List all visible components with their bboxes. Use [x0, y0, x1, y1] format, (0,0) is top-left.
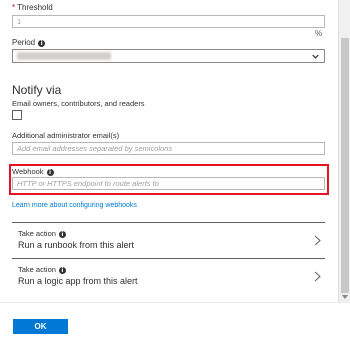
- vertical-scrollbar[interactable]: [338, 0, 350, 302]
- take-action-label: Take action i: [18, 229, 66, 238]
- chevron-right-icon: [314, 271, 321, 282]
- panel-footer: OK: [0, 302, 350, 339]
- admin-email-label: Additional administrator email(s): [12, 131, 120, 140]
- webhook-input[interactable]: HTTP or HTTPS endpoint to route alerts t…: [12, 177, 325, 190]
- learn-more-webhooks-link[interactable]: Learn more about configuring webhooks: [12, 202, 137, 209]
- take-action-logic-app[interactable]: Take action i Run a logic app from this a…: [12, 258, 325, 294]
- email-owners-label: Email owners, contributors, and readers: [12, 99, 145, 108]
- alert-rule-panel: * Threshold 1 % Period i Notify via Email …: [0, 0, 338, 339]
- chevron-down-icon: [312, 54, 319, 59]
- info-icon: i: [58, 267, 66, 274]
- scrollbar-thumb[interactable]: [341, 38, 349, 293]
- period-label: Period i: [12, 38, 46, 47]
- ok-button[interactable]: OK: [13, 319, 68, 334]
- period-selected-value-blurred: [17, 52, 111, 60]
- chevron-right-icon: [314, 235, 321, 246]
- take-action-text: Run a logic app from this alert: [18, 276, 138, 286]
- threshold-unit: %: [315, 29, 323, 38]
- webhook-label: Webhook i: [12, 167, 54, 176]
- take-action-runbook[interactable]: Take action i Run a runbook from this ale…: [12, 222, 325, 258]
- info-icon: i: [58, 231, 66, 238]
- admin-email-input[interactable]: Add email addresses separated by semicol…: [12, 142, 325, 155]
- threshold-label: * Threshold: [12, 3, 53, 12]
- info-icon: i: [46, 169, 54, 176]
- scroll-down-arrow-icon[interactable]: [342, 294, 348, 300]
- email-owners-checkbox[interactable]: [12, 110, 22, 120]
- required-mark: *: [12, 3, 16, 12]
- period-select[interactable]: [12, 49, 325, 63]
- threshold-input[interactable]: 1: [12, 15, 325, 28]
- take-action-text: Run a runbook from this alert: [18, 240, 135, 250]
- take-action-label: Take action i: [18, 265, 66, 274]
- info-icon: i: [38, 40, 46, 47]
- notify-section-title: Notify via: [12, 83, 62, 97]
